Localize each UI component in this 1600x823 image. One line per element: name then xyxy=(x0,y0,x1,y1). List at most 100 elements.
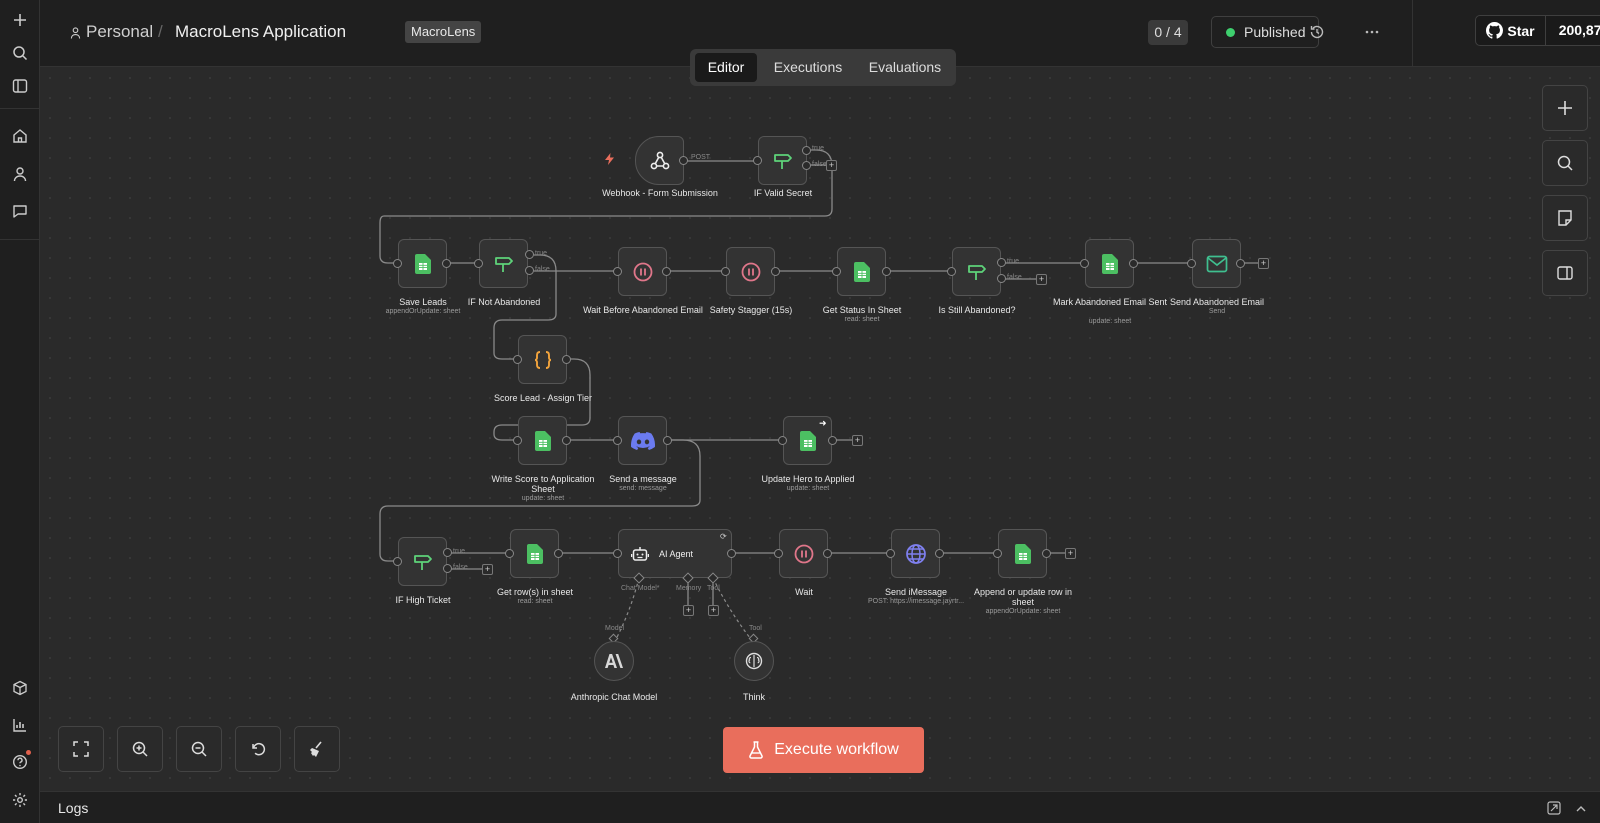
port-label-memory: Memory xyxy=(676,585,702,592)
sheet-icon xyxy=(414,253,431,274)
version-counter[interactable]: 0 / 4 xyxy=(1148,20,1188,45)
node-wait-before-abandoned-email[interactable] xyxy=(618,247,667,296)
add-node-panel-button[interactable] xyxy=(1542,85,1588,131)
execute-workflow-button[interactable]: Execute workflow xyxy=(723,727,924,773)
add-node-button[interactable]: + xyxy=(852,435,863,446)
home-icon[interactable] xyxy=(6,122,34,150)
add-node-button[interactable]: + xyxy=(826,160,837,171)
add-node-button[interactable]: + xyxy=(1065,548,1076,559)
port-label-true: true xyxy=(812,145,825,152)
undo-button[interactable] xyxy=(235,726,281,772)
more-options-icon[interactable] xyxy=(1360,20,1384,44)
github-star-widget[interactable]: Star 200,879 xyxy=(1475,15,1600,46)
sheet-icon xyxy=(853,261,870,282)
node-sub-get-status: read: sheet xyxy=(844,316,880,323)
pause-icon xyxy=(633,262,652,281)
chevron-up-icon[interactable] xyxy=(1575,802,1587,820)
toggle-sidebar-icon[interactable] xyxy=(6,72,34,100)
plus-icon xyxy=(1558,101,1572,115)
publish-status-button[interactable]: Published xyxy=(1211,16,1319,48)
github-star-count: 200,879 xyxy=(1558,22,1600,38)
settings-gear-icon[interactable] xyxy=(6,786,34,814)
node-send-abandoned-email[interactable] xyxy=(1192,239,1241,288)
node-score-lead[interactable] xyxy=(518,335,567,384)
zoom-out-icon xyxy=(191,741,207,757)
workflow-canvas[interactable]: POST Webhook - Form Submission true fals… xyxy=(40,68,1600,790)
fit-view-button[interactable] xyxy=(58,726,104,772)
logs-label: Logs xyxy=(58,800,89,816)
search-icon xyxy=(1557,155,1573,171)
view-tabs: Editor Executions Evaluations xyxy=(690,49,956,86)
discord-icon xyxy=(630,431,655,450)
node-send-a-message[interactable] xyxy=(618,416,667,465)
node-save-leads[interactable] xyxy=(398,239,447,288)
add-node-button[interactable]: + xyxy=(1258,258,1269,269)
node-wait[interactable] xyxy=(779,529,828,578)
add-node-button[interactable]: + xyxy=(482,564,493,575)
github-star-button[interactable]: Star xyxy=(1476,16,1546,45)
node-label-safety-stagger: Safety Stagger (15s) xyxy=(709,305,793,315)
node-ai-agent[interactable]: AI Agent xyxy=(618,529,732,578)
status-label: Published xyxy=(1244,24,1306,40)
node-if-not-abandoned[interactable] xyxy=(479,239,528,288)
node-is-still-abandoned[interactable] xyxy=(952,247,1001,296)
tab-editor[interactable]: Editor xyxy=(695,53,757,82)
logs-panel-bar[interactable]: Logs xyxy=(40,791,1600,823)
node-append-or-update-row[interactable] xyxy=(998,529,1047,578)
tab-evaluations[interactable]: Evaluations xyxy=(858,53,952,82)
node-if-high-ticket[interactable] xyxy=(398,537,447,586)
node-sub-send-message: send: message xyxy=(619,485,667,492)
node-sub-send-abandoned: Send xyxy=(1208,308,1226,315)
node-write-score[interactable] xyxy=(518,416,567,465)
chat-icon[interactable] xyxy=(6,197,34,225)
insights-icon[interactable] xyxy=(6,711,34,739)
add-node-button[interactable]: + xyxy=(1036,274,1047,285)
node-mark-abandoned-email-sent[interactable] xyxy=(1085,239,1134,288)
workspace-user-icon xyxy=(70,26,81,44)
add-memory-button[interactable]: + xyxy=(683,605,694,616)
workflow-title[interactable]: MacroLens Application xyxy=(175,22,346,42)
node-label-is-still-abandoned: Is Still Abandoned? xyxy=(938,305,1016,315)
anthropic-icon xyxy=(605,654,623,668)
github-star-label: Star xyxy=(1507,22,1535,39)
toggle-panel-button[interactable] xyxy=(1542,250,1588,296)
port-label-true: true xyxy=(453,548,466,555)
history-icon[interactable] xyxy=(1305,20,1329,44)
sticky-note-button[interactable] xyxy=(1542,195,1588,241)
node-label-think: Think xyxy=(742,692,765,702)
canvas-search-button[interactable] xyxy=(1542,140,1588,186)
arrow-right-icon: ➜ xyxy=(819,418,827,428)
node-get-status-in-sheet[interactable] xyxy=(837,247,886,296)
tidy-up-button[interactable] xyxy=(294,726,340,772)
node-safety-stagger[interactable] xyxy=(726,247,775,296)
node-label-score-lead: Score Lead - Assign Tier xyxy=(493,393,593,403)
node-label-get-rows: Get row(s) in sheet xyxy=(496,587,574,597)
breadcrumb-workspace[interactable]: Personal xyxy=(86,22,153,42)
node-label-if-not-abandoned: IF Not Abandoned xyxy=(467,297,541,307)
user-icon[interactable] xyxy=(6,160,34,188)
node-send-imessage[interactable] xyxy=(891,529,940,578)
node-anthropic-chat-model[interactable] xyxy=(594,641,634,681)
node-get-rows[interactable] xyxy=(510,529,559,578)
templates-icon[interactable] xyxy=(6,674,34,702)
node-think[interactable] xyxy=(734,641,774,681)
status-dot xyxy=(1226,28,1235,37)
workflow-tag[interactable]: MacroLens xyxy=(405,21,482,43)
signpost-icon xyxy=(413,554,432,570)
add-tool-button[interactable]: + xyxy=(708,605,719,616)
port-label-false: false xyxy=(1007,274,1022,281)
node-if-valid-secret[interactable] xyxy=(758,136,807,185)
zoom-out-button[interactable] xyxy=(176,726,222,772)
node-webhook[interactable] xyxy=(635,136,684,185)
port-label-tool: Tool xyxy=(707,585,720,592)
node-sub-update-hero: update: sheet xyxy=(786,485,830,492)
port-label-model: Model xyxy=(605,625,625,632)
add-icon[interactable] xyxy=(6,6,34,34)
node-sub-get-rows: read: sheet xyxy=(517,598,553,605)
port-label-post: POST xyxy=(691,154,711,161)
search-icon[interactable] xyxy=(6,39,34,67)
zoom-in-button[interactable] xyxy=(117,726,163,772)
tab-executions[interactable]: Executions xyxy=(761,53,855,82)
popout-icon[interactable] xyxy=(1547,801,1561,820)
node-sub-append-update: appendOrUpdate: sheet xyxy=(985,608,1061,615)
